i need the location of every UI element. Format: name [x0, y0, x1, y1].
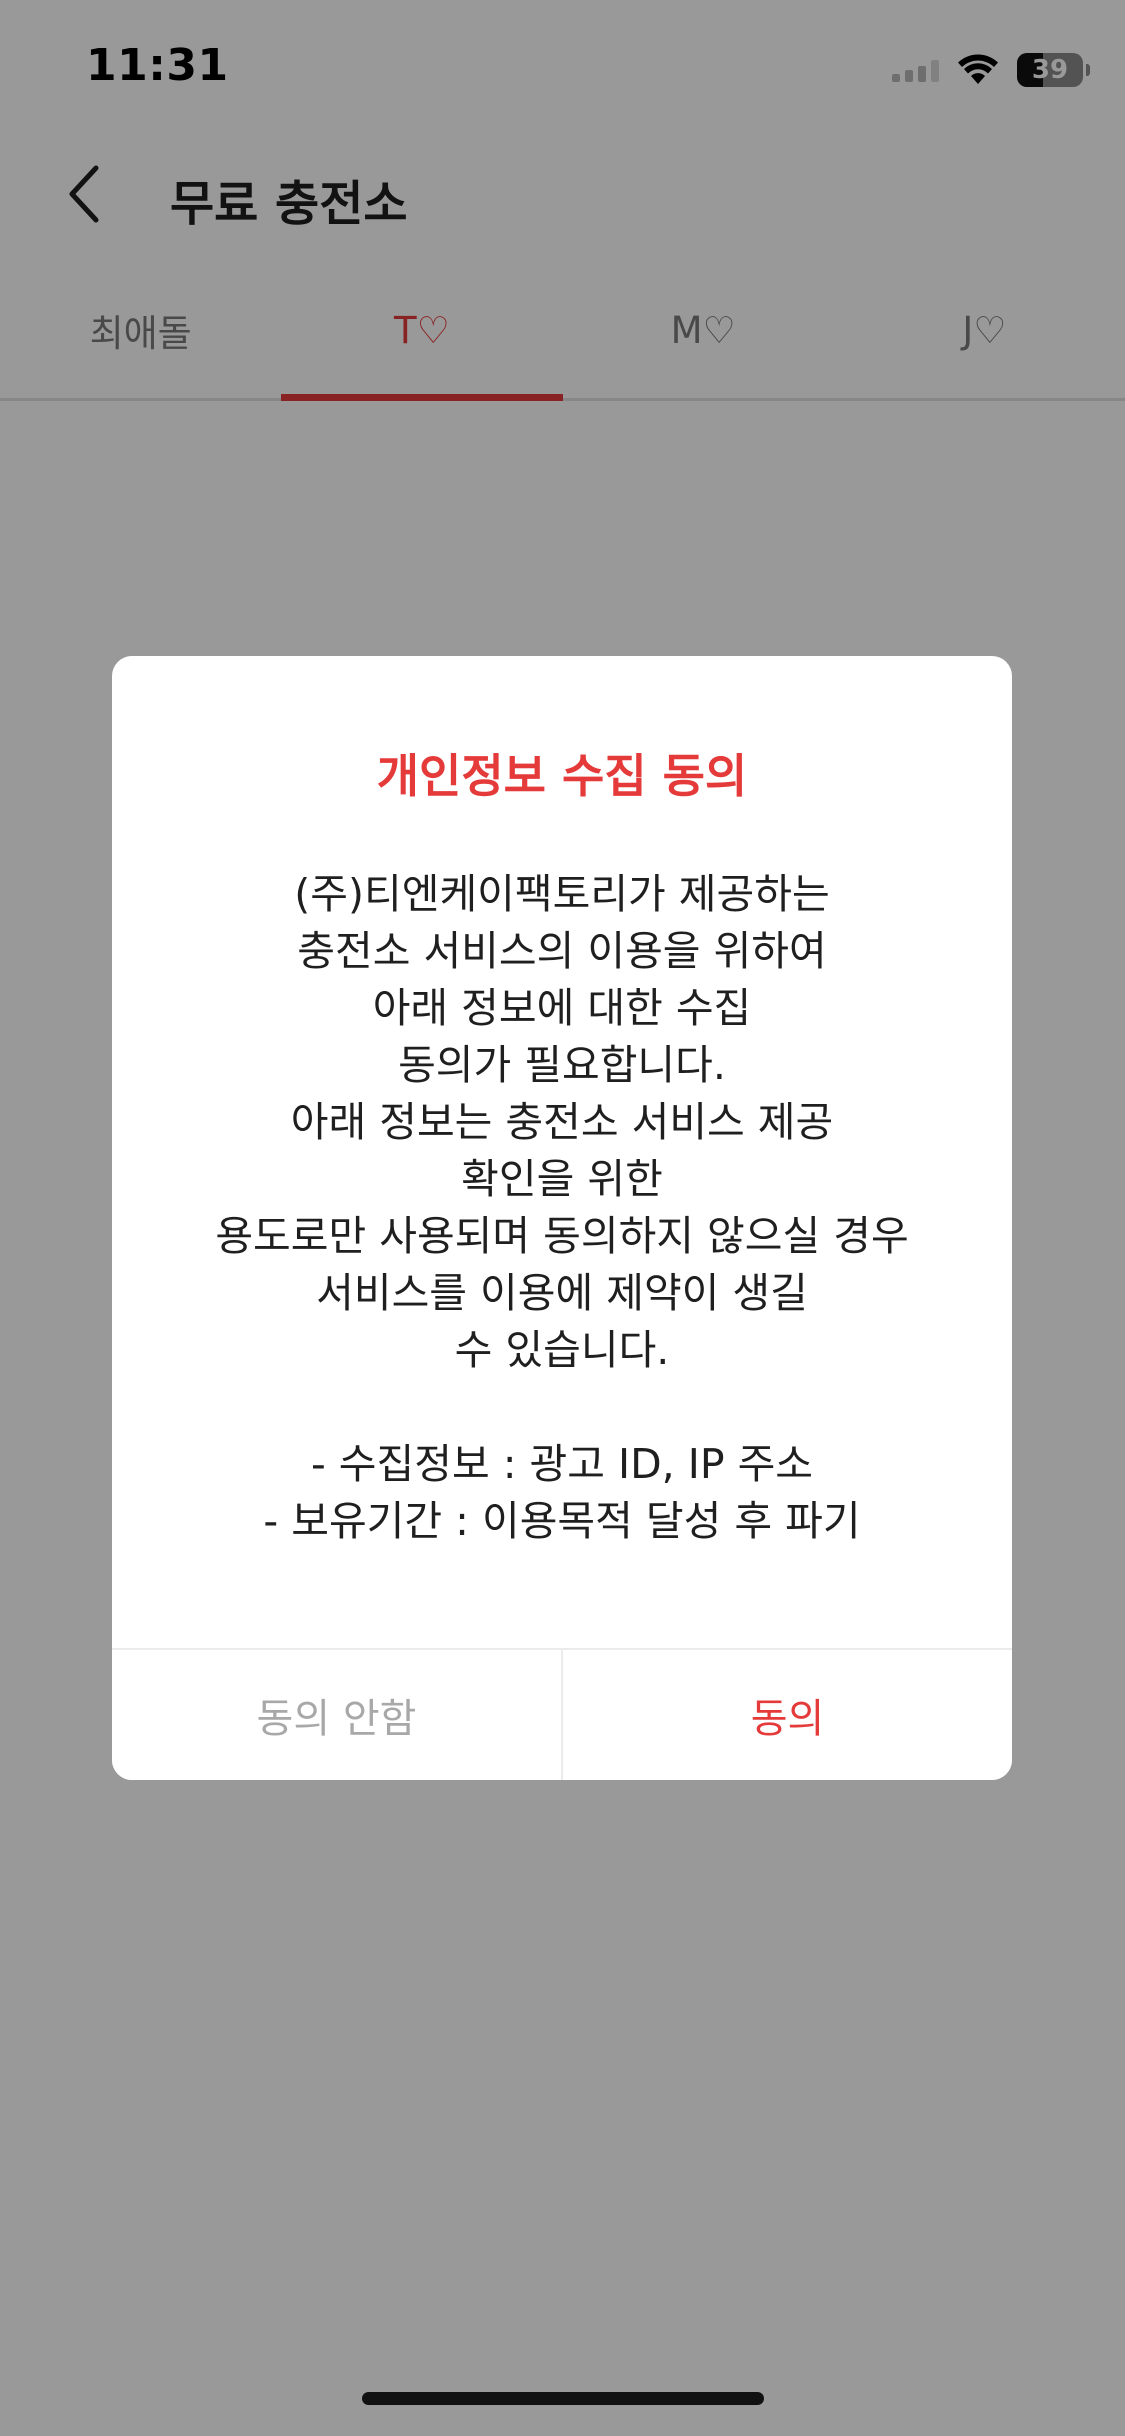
- home-indicator[interactable]: [362, 2392, 764, 2405]
- agree-button[interactable]: 동의: [563, 1650, 1012, 1780]
- dialog-spacer: [152, 1379, 972, 1436]
- dialog-title: 개인정보 수집 동의: [376, 749, 748, 803]
- dialog-message: (주)티엔케이팩토리가 제공하는 충전소 서비스의 이용을 위하여 아래 정보에…: [152, 866, 972, 1550]
- disagree-button[interactable]: 동의 안함: [112, 1650, 563, 1780]
- dialog-message-line: 충전소 서비스의 이용을 위하여: [297, 927, 827, 975]
- dialog-message-line: (주)티엔케이팩토리가 제공하는: [294, 870, 830, 918]
- dialog-message-line: 서비스를 이용에 제약이 생길: [316, 1269, 808, 1317]
- dialog-message-line: 확인을 위한: [461, 1155, 663, 1203]
- privacy-consent-dialog: 개인정보 수집 동의 (주)티엔케이팩토리가 제공하는 충전소 서비스의 이용을…: [112, 656, 1012, 1780]
- retention-period-line: - 보유기간 : 이용목적 달성 후 파기: [263, 1497, 861, 1545]
- dialog-message-line: 수 있습니다.: [454, 1326, 670, 1374]
- dialog-buttons: 동의 안함 동의: [112, 1648, 1012, 1780]
- screen: 11:31 39 무료 충전소 최애돌 T♡ M♡ J♡ 개인정보 수집 동의 …: [0, 0, 1125, 2436]
- dialog-message-line: 용도로만 사용되며 동의하지 않으실 경우: [215, 1212, 909, 1260]
- dialog-message-line: 동의가 필요합니다.: [398, 1041, 726, 1089]
- dialog-message-line: 아래 정보에 대한 수집: [372, 984, 752, 1032]
- collected-info-line: - 수집정보 : 광고 ID, IP 주소: [310, 1440, 814, 1488]
- dialog-message-line: 아래 정보는 충전소 서비스 제공: [290, 1098, 834, 1146]
